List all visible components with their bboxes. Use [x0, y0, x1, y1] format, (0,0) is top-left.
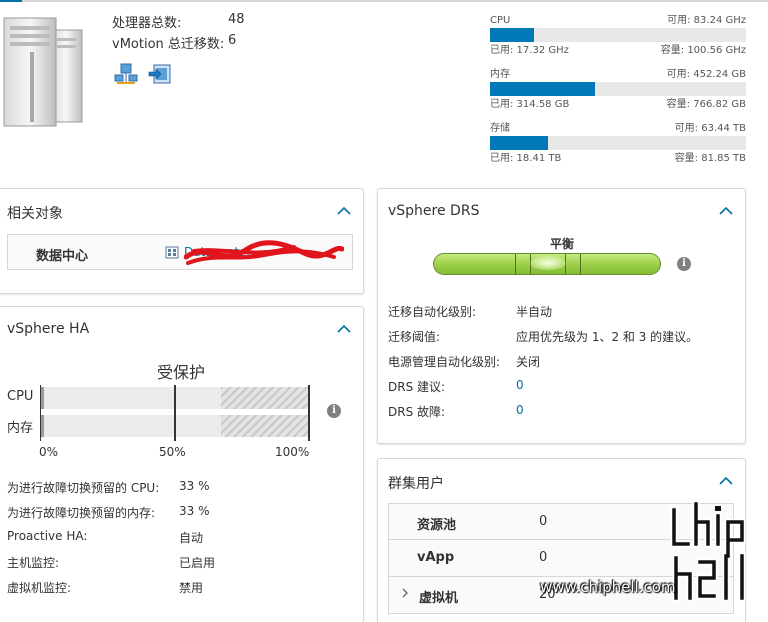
detail-value: 半自动	[516, 305, 553, 319]
ha-used-fill	[41, 387, 44, 409]
resource-bar-fill	[490, 82, 595, 96]
stat-label: vMotion 总迁移数:	[112, 37, 225, 52]
chevron-up-icon[interactable]	[719, 475, 733, 485]
detail-label: 电源管理自动化级别:	[388, 355, 501, 369]
related-object-key: 数据中心	[36, 249, 89, 264]
ha-tick-label: 0%	[39, 445, 59, 459]
resource-used: 已用: 314.58 GB	[490, 99, 570, 110]
redaction-scribble	[183, 239, 345, 273]
stat-label: 处理器总数:	[112, 16, 182, 31]
ha-protection-status: 受保护	[157, 363, 206, 382]
detail-label: 为进行故障切换预留的 CPU:	[7, 481, 160, 495]
resource-memory: 内存 可用: 452.24 GB 已用: 314.58 GB 容量: 766.82 …	[490, 68, 746, 111]
chiphell-watermark-logo	[666, 500, 758, 608]
resource-bar	[490, 28, 746, 42]
resource-free: 可用: 83.24 GHz	[667, 15, 746, 26]
detail-value: 33 %	[179, 479, 210, 493]
stat-value: 6	[228, 33, 237, 48]
resource-bar	[490, 82, 746, 96]
resource-capacity: 容量: 100.56 GHz	[660, 45, 746, 56]
gauge-indicator	[530, 256, 566, 270]
active-tab-indicator	[0, 0, 22, 2]
gauge-divider	[580, 254, 581, 274]
resource-name: CPU	[490, 15, 511, 26]
ha-row-label: CPU	[7, 389, 34, 404]
ha-reserved-fill	[220, 415, 309, 437]
detail-label: Proactive HA:	[7, 529, 88, 543]
detail-value: 33 %	[179, 504, 210, 518]
drs-faults-link[interactable]: 0	[516, 403, 524, 417]
consumer-count: 0	[539, 550, 548, 565]
detail-value: 关闭	[516, 355, 541, 369]
drs-balance-gauge	[433, 253, 661, 275]
resource-bar	[490, 136, 746, 150]
card-title: vSphere HA	[7, 321, 90, 337]
resource-used: 已用: 18.41 TB	[490, 153, 562, 164]
datacenter-icon	[165, 245, 179, 263]
detail-label: 虚拟机监控:	[7, 581, 72, 595]
ha-axis-end	[308, 385, 310, 441]
chevron-right-icon[interactable]	[401, 588, 409, 601]
chevron-up-icon[interactable]	[337, 205, 351, 215]
info-icon[interactable]: i	[327, 404, 341, 418]
detail-label: 为进行故障切换预留的内存:	[7, 506, 156, 520]
consumer-count: 0	[539, 514, 548, 529]
chevron-up-icon[interactable]	[337, 323, 351, 333]
network-icon[interactable]	[114, 62, 138, 90]
resource-free: 可用: 63.44 TB	[674, 123, 746, 134]
consumer-label: 资源池	[417, 518, 457, 533]
resource-cpu: CPU 可用: 83.24 GHz 已用: 17.32 GHz 容量: 100.56…	[490, 14, 746, 57]
detail-value: 自动	[179, 531, 204, 545]
detail-label: 迁移阈值:	[388, 330, 441, 344]
resource-used: 已用: 17.32 GHz	[490, 45, 569, 56]
gauge-divider	[515, 254, 516, 274]
ha-tick-label: 50%	[159, 445, 186, 459]
chevron-up-icon[interactable]	[719, 205, 733, 215]
consumer-label: 虚拟机	[419, 591, 459, 606]
migrate-icon[interactable]	[148, 62, 172, 90]
ha-axis-mid	[174, 385, 176, 441]
cluster-server-image	[0, 12, 96, 132]
resource-name: 内存	[490, 69, 510, 80]
ha-reserved-fill	[220, 387, 309, 409]
vsphere-ha-card: vSphere HA 受保护 CPU 内存 i 0% 50% 100% 为进行故…	[0, 306, 364, 622]
consumer-label: vApp	[417, 550, 455, 565]
drs-recommendations-link[interactable]: 0	[516, 378, 524, 392]
stat-cpu-total: 处理器总数: 48	[112, 12, 245, 33]
related-object-row: 数据中心 Datacenter...	[7, 234, 353, 270]
resource-bar-fill	[490, 136, 548, 150]
resource-capacity: 容量: 766.82 GB	[666, 99, 746, 110]
card-title: 相关对象	[7, 206, 63, 222]
top-border	[0, 0, 768, 2]
cluster-summary-stats: 处理器总数: 48 vMotion 总迁移数: 6	[112, 12, 245, 54]
detail-label: 迁移自动化级别:	[388, 305, 477, 319]
ha-row-label: 内存	[7, 421, 34, 436]
detail-label: DRS 建议:	[388, 380, 446, 394]
header-action-icons	[114, 62, 172, 90]
stat-value: 48	[228, 12, 245, 27]
detail-label: DRS 故障:	[388, 405, 446, 419]
ha-tick-label: 100%	[275, 445, 310, 459]
card-title: 群集用户	[388, 476, 444, 492]
detail-value: 禁用	[179, 581, 204, 595]
resource-bar-fill	[490, 28, 535, 42]
drs-balance-label: 平衡	[550, 237, 575, 251]
card-title: vSphere DRS	[388, 203, 480, 219]
resource-capacity: 容量: 81.85 TB	[674, 153, 746, 164]
info-icon[interactable]: i	[677, 257, 691, 271]
detail-value: 已启用	[179, 556, 216, 570]
resource-name: 存储	[490, 123, 510, 134]
resource-storage: 存储 可用: 63.44 TB 已用: 18.41 TB 容量: 81.85 TB	[490, 122, 746, 165]
detail-value: 应用优先级为 1、2 和 3 的建议。	[516, 330, 699, 344]
watermark-text: www.chiphell.com	[540, 578, 676, 596]
ha-used-fill	[41, 415, 44, 437]
related-objects-card: 相关对象 数据中心 Datacenter...	[0, 188, 364, 294]
resource-free: 可用: 452.24 GB	[666, 69, 746, 80]
vsphere-drs-card: vSphere DRS 平衡 i 迁移自动化级别: 半自动 迁移阈值: 应用优先级为…	[377, 188, 746, 444]
detail-label: 主机监控:	[7, 556, 60, 570]
stat-vmotion-total: vMotion 总迁移数: 6	[112, 33, 245, 54]
ha-axis-start	[40, 385, 41, 441]
